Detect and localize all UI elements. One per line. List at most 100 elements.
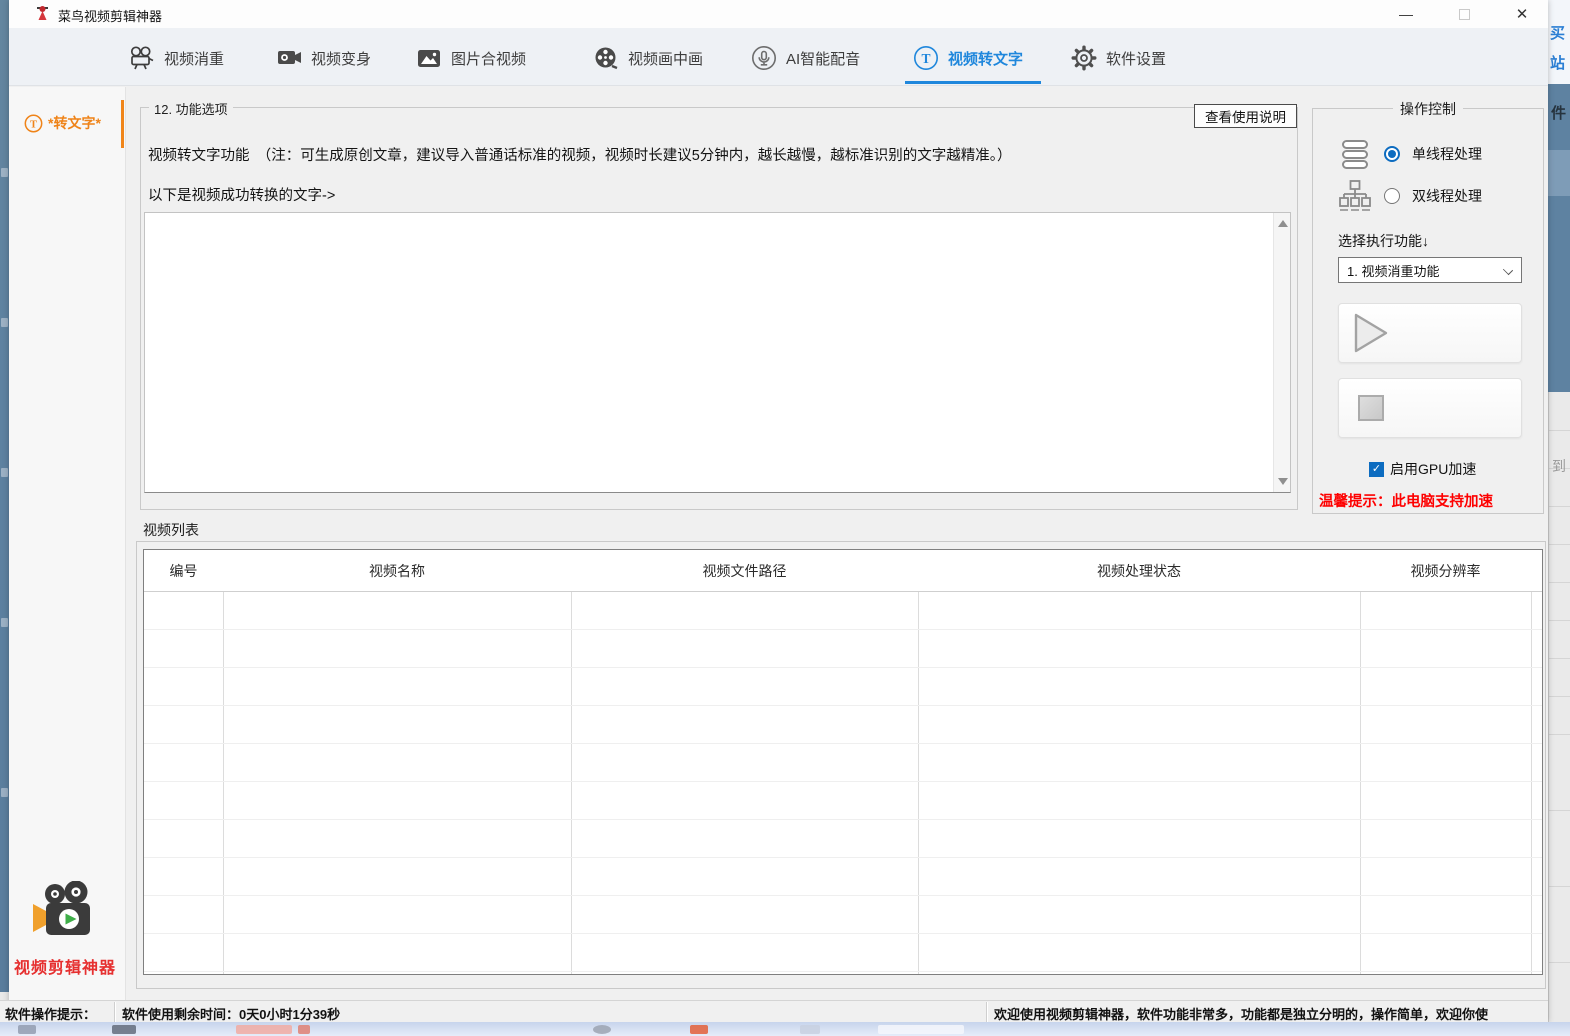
- function-select-value: 1. 视频消重功能: [1347, 261, 1439, 280]
- status-separator: [114, 1002, 115, 1022]
- movie-camera-icon: [128, 46, 155, 71]
- background-glyph: [1, 618, 8, 627]
- table-row: [144, 630, 1542, 668]
- film-reel-icon: [592, 46, 619, 71]
- gpu-support-hint: 温馨提示：此电脑支持加速: [1319, 490, 1493, 511]
- table-row: [144, 896, 1542, 934]
- function-select-label: 选择执行功能↓: [1338, 231, 1429, 251]
- window-title: 菜鸟视频剪辑神器: [58, 6, 162, 25]
- sidebar-item-to-text[interactable]: T *转文字*: [24, 113, 101, 133]
- background-glyph: [1, 788, 8, 797]
- column-header-status[interactable]: 视频处理状态: [918, 550, 1360, 591]
- dual-thread-option[interactable]: 双线程处理: [1338, 179, 1482, 213]
- taskbar-icon[interactable]: [878, 1025, 964, 1034]
- column-header-name[interactable]: 视频名称: [223, 550, 571, 591]
- text-t-icon: T: [912, 46, 939, 71]
- radio-unselected[interactable]: [1384, 188, 1400, 204]
- vertical-scrollbar[interactable]: [1273, 213, 1290, 492]
- operation-control-group: 操作控制 单线程处理 双线程处理 选择执行功能↓ 1. 视频消重功能: [1312, 108, 1544, 514]
- scroll-up-icon[interactable]: [1278, 220, 1288, 227]
- view-instructions-button[interactable]: 查看使用说明: [1194, 104, 1297, 128]
- maximize-icon: [1459, 9, 1470, 20]
- tab-video-to-text[interactable]: T 视频转文字: [912, 44, 1023, 72]
- gpu-acceleration-option[interactable]: ✓ 启用GPU加速: [1369, 459, 1476, 479]
- table-row: [144, 706, 1542, 744]
- title-bar: [9, 0, 1548, 28]
- table-row: [144, 782, 1542, 820]
- background-glyph: [1, 468, 8, 477]
- radio-selected[interactable]: [1384, 146, 1400, 162]
- microphone-icon: [750, 46, 777, 71]
- transcript-hint: 以下是视频成功转换的文字->: [148, 184, 335, 205]
- app-logo: [32, 881, 96, 943]
- tab-label: AI智能配音: [786, 48, 860, 69]
- background-text-fragment: 件: [1551, 102, 1566, 123]
- windows-taskbar[interactable]: [0, 1022, 1570, 1036]
- background-window-right-blue: 件: [1548, 84, 1570, 392]
- background-window-left-edge: [0, 0, 9, 992]
- table-row: [144, 592, 1542, 630]
- table-row: [144, 858, 1542, 896]
- tab-label: 视频画中画: [628, 48, 703, 69]
- stop-button[interactable]: [1338, 378, 1522, 438]
- taskbar-icon[interactable]: [800, 1025, 820, 1034]
- function-select[interactable]: 1. 视频消重功能: [1338, 257, 1522, 283]
- welcome-text: 欢迎使用视频剪辑神器，软件功能非常多，功能都是独立分明的，操作简单，欢迎你使: [994, 1004, 1488, 1022]
- group-legend: 操作控制: [1393, 99, 1463, 119]
- feature-description: 视频转文字功能 （注：可生成原创文章，建议导入普通话标准的视频，视频时长建议5分…: [148, 144, 1288, 165]
- checkbox-checked-icon[interactable]: ✓: [1369, 462, 1384, 477]
- camcorder-icon: [275, 46, 302, 71]
- hierarchy-icon: [1338, 179, 1372, 213]
- taskbar-icon[interactable]: [18, 1025, 36, 1034]
- table-row: [144, 820, 1542, 858]
- video-table[interactable]: 编号 视频名称 视频文件路径 视频处理状态 视频分辨率: [143, 549, 1543, 975]
- radio-label: 单线程处理: [1412, 144, 1482, 164]
- start-button[interactable]: [1338, 303, 1522, 363]
- taskbar-icon[interactable]: [236, 1025, 292, 1034]
- chevron-down-icon: [1503, 265, 1513, 275]
- svg-text:T: T: [30, 119, 37, 130]
- background-text-fragment: 到: [1552, 456, 1566, 476]
- maximize-button[interactable]: [1441, 0, 1487, 28]
- taskbar-icon[interactable]: [690, 1025, 708, 1034]
- tab-label: 视频消重: [164, 48, 224, 69]
- svg-text:T: T: [921, 51, 930, 66]
- stack-icon: [1338, 137, 1372, 171]
- logo-caption: 视频剪辑神器: [9, 954, 121, 978]
- gpu-checkbox-label: 启用GPU加速: [1390, 459, 1476, 479]
- scroll-down-icon[interactable]: [1278, 478, 1288, 485]
- column-header-number[interactable]: 编号: [144, 550, 223, 591]
- close-button[interactable]: ✕: [1499, 0, 1545, 28]
- status-separator: [986, 1002, 987, 1022]
- app-logo-icon: [34, 5, 51, 22]
- stop-icon: [1358, 395, 1384, 421]
- background-window-right-gray: 到: [1548, 392, 1570, 1022]
- tab-video-dedupe[interactable]: 视频消重: [128, 44, 224, 72]
- background-glyph: [1, 318, 8, 327]
- taskbar-icon[interactable]: [112, 1025, 136, 1034]
- tab-video-transform[interactable]: 视频变身: [275, 44, 371, 72]
- column-header-resolution[interactable]: 视频分辨率: [1360, 550, 1531, 591]
- tab-settings[interactable]: 软件设置: [1070, 44, 1166, 72]
- transcript-textarea[interactable]: [144, 212, 1291, 493]
- tab-picture-in-picture[interactable]: 视频画中画: [592, 44, 703, 72]
- table-row: [144, 744, 1542, 782]
- table-row: [144, 668, 1542, 706]
- group-legend: 12. 功能选项: [149, 99, 233, 118]
- minimize-button[interactable]: —: [1383, 0, 1429, 28]
- tab-image-to-video[interactable]: 图片合视频: [415, 44, 526, 72]
- column-header-path[interactable]: 视频文件路径: [571, 550, 918, 591]
- video-list-legend: 视频列表: [143, 520, 199, 540]
- tab-ai-dubbing[interactable]: AI智能配音: [750, 44, 860, 72]
- taskbar-icon[interactable]: [593, 1025, 611, 1034]
- tab-label: 图片合视频: [451, 48, 526, 69]
- status-bar: 软件操作提示： 软件使用剩余时间：0天0小时1分39秒 欢迎使用视频剪辑神器，软…: [0, 1000, 1548, 1022]
- taskbar-icon[interactable]: [298, 1025, 310, 1034]
- active-tab-indicator: [905, 81, 1041, 84]
- text-t-icon: T: [24, 114, 43, 133]
- remaining-time-text: 软件使用剩余时间：0天0小时1分39秒: [122, 1004, 340, 1022]
- sidebar-active-indicator: [121, 100, 124, 148]
- background-text-fragment: 买: [1550, 22, 1565, 43]
- single-thread-option[interactable]: 单线程处理: [1338, 137, 1482, 171]
- background-window-right-top: 买 站: [1548, 0, 1570, 84]
